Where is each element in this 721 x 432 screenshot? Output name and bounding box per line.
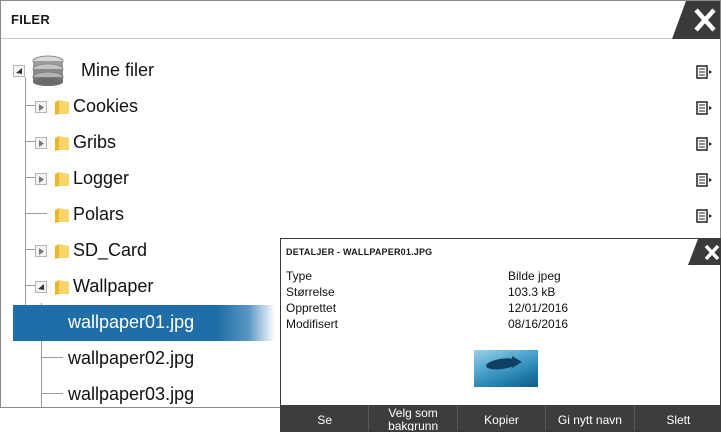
rename-button[interactable]: Gi nytt navn bbox=[546, 405, 635, 431]
tree-item-label: Wallpaper bbox=[73, 276, 154, 296]
view-button[interactable]: Se bbox=[281, 405, 370, 431]
set-wallpaper-button[interactable]: Velg som bakgrunn bbox=[369, 405, 458, 431]
property-key: Type bbox=[286, 269, 313, 283]
property-value: 08/16/2016 bbox=[508, 317, 569, 331]
tree-item-polars[interactable]: Polars bbox=[1, 197, 720, 233]
folder-icon bbox=[53, 98, 71, 116]
app: FILER Mine filer Cookies Gribs Logger Po… bbox=[0, 0, 721, 432]
context-menu-icon[interactable] bbox=[696, 101, 714, 115]
details-header: DETALJER - WALLPAPER01.JPG bbox=[281, 239, 720, 265]
triangle-right-icon bbox=[39, 140, 44, 147]
folder-icon bbox=[53, 134, 71, 152]
close-icon bbox=[688, 239, 720, 265]
expand-toggle[interactable] bbox=[35, 137, 47, 149]
file-item-label: wallpaper03.jpg bbox=[68, 384, 195, 404]
details-title: DETALJER - WALLPAPER01.JPG bbox=[286, 247, 433, 257]
property-row: Type Bilde jpeg bbox=[286, 269, 716, 285]
files-header: FILER bbox=[1, 1, 720, 39]
context-menu-icon[interactable] bbox=[696, 209, 714, 223]
window-title: FILER bbox=[11, 12, 51, 27]
property-row: Modifisert 08/16/2016 bbox=[286, 317, 716, 333]
property-row: Opprettet 12/01/2016 bbox=[286, 301, 716, 317]
tree-item-label: Mine filer bbox=[81, 60, 155, 80]
image-thumbnail bbox=[474, 350, 538, 387]
property-value: 103.3 kB bbox=[508, 285, 556, 299]
file-item-label: wallpaper01.jpg bbox=[68, 312, 195, 332]
file-item-label: wallpaper02.jpg bbox=[68, 348, 195, 368]
context-menu-icon[interactable] bbox=[696, 65, 714, 79]
tree-item-label: Cookies bbox=[73, 96, 139, 116]
close-icon bbox=[672, 1, 720, 39]
thumbnail-shape bbox=[512, 356, 522, 368]
tree-item-label: Gribs bbox=[73, 132, 117, 152]
details-dialog: DETALJER - WALLPAPER01.JPG Type Bilde jp… bbox=[280, 238, 721, 432]
context-menu-icon[interactable] bbox=[696, 173, 714, 187]
details-close-button[interactable] bbox=[688, 239, 720, 265]
property-key: Modifisert bbox=[286, 317, 339, 331]
delete-button[interactable]: Slett bbox=[635, 405, 720, 431]
property-key: Opprettet bbox=[286, 301, 337, 315]
folder-icon bbox=[53, 206, 71, 224]
expand-toggle[interactable] bbox=[35, 173, 47, 185]
close-button[interactable] bbox=[672, 1, 720, 39]
folder-icon bbox=[53, 170, 71, 188]
folder-icon bbox=[53, 242, 71, 260]
triangle-right-icon bbox=[39, 248, 44, 255]
tree-item-mine-filer[interactable]: Mine filer bbox=[1, 53, 720, 89]
collapse-toggle[interactable] bbox=[13, 65, 25, 77]
triangle-right-icon bbox=[39, 104, 44, 111]
triangle-right-icon bbox=[39, 176, 44, 183]
triangle-down-icon bbox=[16, 68, 22, 74]
copy-button[interactable]: Kopier bbox=[458, 405, 547, 431]
property-key: Størrelse bbox=[286, 285, 335, 299]
triangle-down-icon bbox=[38, 284, 44, 290]
tree-item-logger[interactable]: Logger bbox=[1, 161, 720, 197]
database-icon bbox=[31, 55, 65, 87]
property-row: Størrelse 103.3 kB bbox=[286, 285, 716, 301]
tree-item-cookies[interactable]: Cookies bbox=[1, 89, 720, 125]
tree-item-gribs[interactable]: Gribs bbox=[1, 125, 720, 161]
property-value: Bilde jpeg bbox=[508, 269, 561, 283]
context-menu-icon[interactable] bbox=[696, 137, 714, 151]
tree-item-label: SD_Card bbox=[73, 240, 148, 260]
collapse-toggle[interactable] bbox=[35, 281, 47, 293]
tree-item-label: Logger bbox=[73, 168, 130, 188]
expand-toggle[interactable] bbox=[35, 101, 47, 113]
property-value: 12/01/2016 bbox=[508, 301, 569, 315]
action-bar: Se Velg som bakgrunn Kopier Gi nytt navn… bbox=[281, 405, 720, 431]
folder-icon bbox=[53, 278, 71, 296]
expand-toggle[interactable] bbox=[35, 245, 47, 257]
tree-item-label: Polars bbox=[73, 204, 125, 224]
